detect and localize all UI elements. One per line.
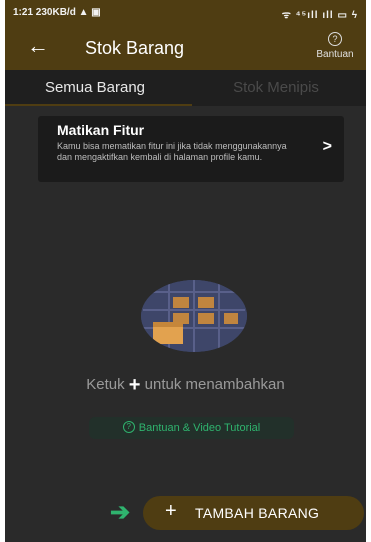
plus-icon: + bbox=[128, 374, 141, 396]
help-circle-icon: ? bbox=[122, 421, 135, 434]
active-tab-indicator bbox=[5, 104, 192, 106]
disable-feature-card[interactable]: Matikan Fitur Kamu bisa mematikan fitur … bbox=[38, 116, 344, 182]
page-title: Stok Barang bbox=[85, 38, 185, 58]
card-description: Kamu bisa mematikan fitur ini jika tidak… bbox=[57, 141, 287, 162]
warehouse-boxes-illustration bbox=[141, 280, 247, 352]
card-title: Matikan Fitur bbox=[57, 122, 145, 138]
tab-stok-menipis[interactable]: Stok Menipis bbox=[186, 70, 366, 106]
status-bar: 1:21 230KB/d ▲ ▣ ᯤ ⁴⁵ıll ıll ▭ ϟ bbox=[5, 0, 366, 26]
tutorial-link[interactable]: ? Bantuan & Video Tutorial bbox=[89, 417, 294, 439]
tab-semua-barang[interactable]: Semua Barang bbox=[5, 70, 185, 106]
phone-screen: 1:21 230KB/d ▲ ▣ ᯤ ⁴⁵ıll ıll ▭ ϟ ← Stok … bbox=[5, 0, 366, 542]
status-icons: ᯤ ⁴⁵ıll ıll ▭ ϟ bbox=[281, 10, 358, 21]
help-button[interactable]: ? Bantuan bbox=[310, 32, 360, 60]
status-time: 1:21 230KB/d ▲ ▣ bbox=[13, 7, 101, 18]
tab-bar: Semua Barang Stok Menipis bbox=[5, 70, 366, 106]
plus-icon: + bbox=[165, 500, 177, 522]
add-item-label: TAMBAH BARANG bbox=[195, 505, 320, 521]
help-label: Bantuan bbox=[316, 49, 354, 60]
help-icon: ? bbox=[328, 32, 342, 46]
chevron-right-icon: > bbox=[322, 138, 332, 155]
arrow-right-icon: ➔ bbox=[110, 499, 131, 526]
app-bar: ← Stok Barang ? Bantuan bbox=[5, 26, 366, 70]
empty-state-text: Ketuk + untuk menambahkan bbox=[86, 374, 285, 396]
add-item-button[interactable]: + TAMBAH BARANG bbox=[143, 496, 364, 530]
tutorial-label: Bantuan & Video Tutorial bbox=[138, 422, 261, 434]
back-arrow-icon[interactable]: ← bbox=[27, 34, 49, 58]
